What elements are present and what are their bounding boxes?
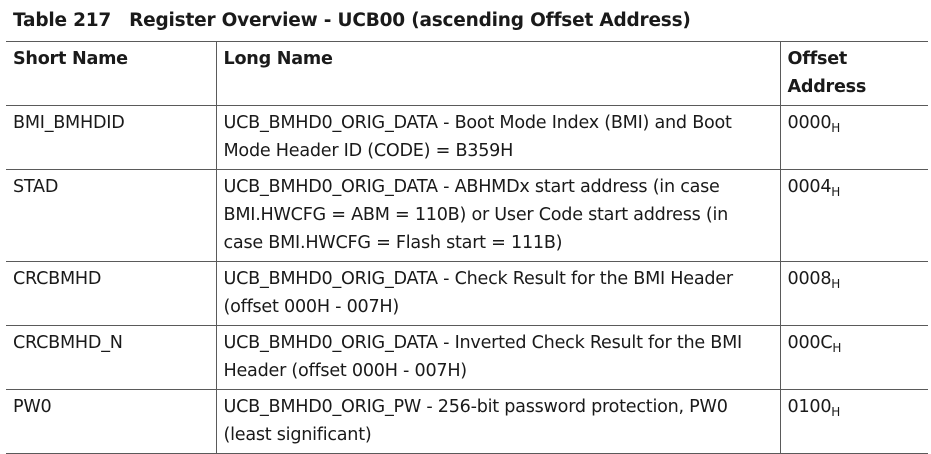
short-name-cell: STAD: [6, 169, 217, 262]
offset-address-cell: 0100H: [779, 389, 928, 454]
offset-address-cell: 0000H: [779, 105, 928, 170]
long-name-cell: UCB_BMHD0_ORIG_DATA - ABHMDx start addre…: [215, 169, 781, 262]
header-short-name: Short Name: [6, 41, 217, 106]
table-row: BMI_BMHDID UCB_BMHD0_ORIG_DATA - Boot Mod…: [6, 105, 928, 170]
header-offset-address: Offset Address: [779, 41, 928, 106]
header-row: Short Name Long Name Offset Address: [6, 41, 928, 106]
offset-hex-suffix: H: [831, 277, 841, 291]
offset-value: 0100: [787, 397, 832, 417]
table-row: PW0 UCB_BMHD0_ORIG_PW - 256-bit password …: [6, 389, 928, 454]
offset-address-cell: 0004H: [779, 169, 928, 262]
offset-value: 0004: [787, 177, 832, 197]
offset-hex-suffix: H: [831, 185, 841, 199]
offset-value: 0000: [787, 113, 832, 133]
long-name-cell: UCB_BMHD0_ORIG_DATA - Inverted Check Res…: [215, 325, 781, 390]
short-name-cell: CRCBMHD: [6, 261, 217, 326]
long-name-cell: UCB_BMHD0_ORIG_DATA - Check Result for t…: [215, 261, 781, 326]
table-number: Table 217: [13, 10, 112, 31]
table-row: STAD UCB_BMHD0_ORIG_DATA - ABHMDx start a…: [6, 169, 928, 262]
table-caption: Table 217 Register Overview - UCB00 (asce…: [13, 10, 691, 31]
long-name-cell: UCB_BMHD0_ORIG_PW - 256-bit password pro…: [215, 389, 781, 454]
long-name-cell: UCB_BMHD0_ORIG_DATA - Boot Mode Index (B…: [215, 105, 781, 170]
short-name-cell: BMI_BMHDID: [6, 105, 217, 170]
offset-address-cell: 000CH: [779, 325, 928, 390]
offset-value: 000C: [787, 333, 833, 353]
short-name-cell: PW0: [6, 389, 217, 454]
header-long-name: Long Name: [215, 41, 781, 106]
table-row: CRCBMHD_N UCB_BMHD0_ORIG_DATA - Inverted …: [6, 325, 928, 390]
register-overview-table: Short Name Long Name Offset Address BMI_…: [6, 41, 928, 454]
offset-hex-suffix: H: [831, 121, 841, 135]
table-title: Register Overview - UCB00 (ascending Off…: [129, 10, 691, 31]
offset-address-cell: 0008H: [779, 261, 928, 326]
short-name-cell: CRCBMHD_N: [6, 325, 217, 390]
offset-value: 0008: [787, 269, 832, 289]
header-offset-text: Offset Address: [787, 49, 867, 97]
offset-hex-suffix: H: [831, 405, 841, 419]
offset-hex-suffix: H: [832, 341, 842, 355]
table-row: CRCBMHD UCB_BMHD0_ORIG_DATA - Check Resul…: [6, 261, 928, 326]
